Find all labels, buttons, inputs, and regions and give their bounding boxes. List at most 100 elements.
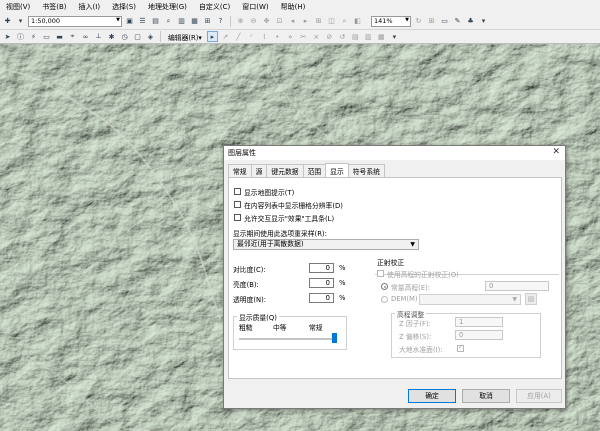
tab-source[interactable]: 源 <box>250 164 268 177</box>
viewer-icon[interactable]: ▢ <box>132 31 143 42</box>
menu-help[interactable]: 帮助(H) <box>281 2 306 12</box>
transparency-input[interactable]: 0 <box>309 293 334 303</box>
menu-insert[interactable]: 插入(I) <box>79 2 101 12</box>
brightness-label: 亮度(B): <box>233 281 259 289</box>
show-map-tips-label: 显示地图提示(T) <box>244 189 295 197</box>
dropdown-arrow-icon[interactable]: ▾ <box>389 31 400 42</box>
identify-icon[interactable]: ⓘ <box>15 31 26 42</box>
dialog-title-bar[interactable]: 图层属性 ✕ <box>224 146 565 160</box>
attributes-icon[interactable]: ▤ <box>350 31 361 42</box>
go-forward-icon[interactable]: ▸ <box>300 16 311 27</box>
allow-effects-checkbox[interactable] <box>234 214 241 221</box>
find-icon[interactable]: ⌖ <box>67 31 78 42</box>
split-icon[interactable]: ⊘ <box>324 31 335 42</box>
point-icon[interactable]: • <box>272 31 283 42</box>
add-data-icon[interactable]: ✚ <box>2 16 13 27</box>
dropdown-arrow-icon[interactable]: ▾ <box>15 16 26 27</box>
menu-window[interactable]: 窗口(W) <box>242 2 268 12</box>
binoculars-icon[interactable]: ∞ <box>80 31 91 42</box>
create-features-icon[interactable]: ▦ <box>376 31 387 42</box>
drawing-icon[interactable]: ✎ <box>452 16 463 27</box>
rotate-tool-icon[interactable]: ↺ <box>337 31 348 42</box>
z-factor-input[interactable]: 1 <box>455 317 503 327</box>
chevron-down-icon: ▼ <box>405 16 409 23</box>
geoid-checkbox[interactable] <box>457 343 464 352</box>
map-scale-combo[interactable]: 1:50,000 ▼ <box>28 15 122 27</box>
cut-polygons-icon[interactable]: ⨯ <box>311 31 322 42</box>
dem-dropdown[interactable]: ▼ <box>419 294 521 305</box>
close-icon[interactable]: ✕ <box>552 147 560 157</box>
arc-segment-icon[interactable]: ◜ <box>246 31 257 42</box>
straight-segment-icon[interactable]: ╱ <box>233 31 244 42</box>
trace-icon[interactable]: ⌇ <box>259 31 270 42</box>
go-to-xy-icon[interactable]: ✱ <box>106 31 117 42</box>
route-icon[interactable]: ⟂ <box>93 31 104 42</box>
tab-display[interactable]: 显示 <box>325 163 349 177</box>
arctoolbox-icon[interactable]: ▥ <box>176 16 187 27</box>
editor-toolbar-icon[interactable]: ▣ <box>124 16 135 27</box>
quality-slider-track[interactable] <box>239 338 337 340</box>
select-pointer-icon[interactable]: ➤ <box>2 31 13 42</box>
catalog-icon[interactable]: ▤ <box>150 16 161 27</box>
editor-menu[interactable]: 编辑器(R)▾ <box>165 32 205 42</box>
show-resolution-checkbox[interactable] <box>234 201 241 208</box>
edit-vertices-icon[interactable]: ⋄ <box>285 31 296 42</box>
dem-radio[interactable] <box>381 296 388 303</box>
full-extent-icon[interactable]: ⊡ <box>274 16 285 27</box>
sketch-properties-icon[interactable]: ▥ <box>363 31 374 42</box>
ok-button[interactable]: 确定 <box>408 389 456 403</box>
rotate-icon[interactable]: ↻ <box>413 16 424 27</box>
menu-customize[interactable]: 自定义(C) <box>199 2 230 12</box>
magnifier-icon[interactable]: ⌕ <box>339 16 350 27</box>
resample-value: 最邻近(用于离散数据) <box>237 240 304 248</box>
constant-elevation-radio[interactable] <box>381 283 388 290</box>
z-offset-label: Z 偏移(S): <box>399 333 432 341</box>
use-elevation-checkbox[interactable] <box>377 270 384 277</box>
html-popup-icon[interactable]: ▭ <box>41 31 52 42</box>
time-slider-icon[interactable]: ◷ <box>119 31 130 42</box>
menu-bookmarks[interactable]: 书签(B) <box>42 2 66 12</box>
tab-key-metadata[interactable]: 键元数据 <box>266 164 304 177</box>
zoom-combo[interactable]: 141% ▼ <box>371 15 411 27</box>
menu-select[interactable]: 选择(S) <box>112 2 136 12</box>
python-window-icon[interactable]: ▦ <box>189 16 200 27</box>
dropdown-arrow-icon[interactable]: ▾ <box>478 16 489 27</box>
zoom-out-fixed-icon[interactable]: ⊖ <box>248 16 259 27</box>
z-offset-input[interactable]: 0 <box>455 330 503 340</box>
edit-annotation-icon[interactable]: ↗ <box>220 31 231 42</box>
resample-dropdown[interactable]: 最邻近(用于离散数据) ▼ <box>233 239 419 250</box>
tab-extent[interactable]: 范围 <box>302 164 327 177</box>
dem-label: DEM(M) <box>391 295 418 303</box>
tab-general[interactable]: 常规 <box>228 164 252 177</box>
table-of-contents-icon[interactable]: ☰ <box>137 16 148 27</box>
browse-folder-icon[interactable]: ▤ <box>525 293 537 305</box>
grid-icon[interactable]: ⊞ <box>313 16 324 27</box>
overview-icon[interactable]: ◧ <box>352 16 363 27</box>
tab-symbology[interactable]: 符号系统 <box>347 164 385 177</box>
layer-icon[interactable]: ◫ <box>326 16 337 27</box>
quality-slider-thumb[interactable] <box>332 333 337 343</box>
edit-tool-icon[interactable]: ▸ <box>206 31 218 42</box>
zoom-in-fixed-icon[interactable]: ⊕ <box>235 16 246 27</box>
transparency-label: 透明度(N): <box>233 296 267 304</box>
brightness-input[interactable]: 0 <box>309 278 334 288</box>
grid-layout-icon[interactable]: ⊞ <box>426 16 437 27</box>
menu-view[interactable]: 视图(V) <box>6 2 30 12</box>
page-layout-icon[interactable]: ▭ <box>439 16 450 27</box>
help-icon[interactable]: ? <box>215 16 226 27</box>
cancel-button[interactable]: 取消 <box>462 389 510 403</box>
show-map-tips-checkbox[interactable] <box>234 188 241 195</box>
apply-button[interactable]: 应用(A) <box>516 389 562 403</box>
constant-elevation-input[interactable]: 0 <box>485 281 549 291</box>
measure-icon[interactable]: ▬ <box>54 31 65 42</box>
reshape-icon[interactable]: ✂ <box>298 31 309 42</box>
create-viewer-icon[interactable]: ◈ <box>145 31 156 42</box>
hyperlink-icon[interactable]: ⚡ <box>28 31 39 42</box>
go-back-icon[interactable]: ◂ <box>287 16 298 27</box>
catalog-tree-icon[interactable]: ♣ <box>465 16 476 27</box>
search-window-icon[interactable]: ⌕ <box>163 16 174 27</box>
model-builder-icon[interactable]: ⊞ <box>202 16 213 27</box>
menu-geoprocessing[interactable]: 地理处理(G) <box>148 2 187 12</box>
pan-icon[interactable]: ✥ <box>261 16 272 27</box>
contrast-input[interactable]: 0 <box>309 263 334 273</box>
